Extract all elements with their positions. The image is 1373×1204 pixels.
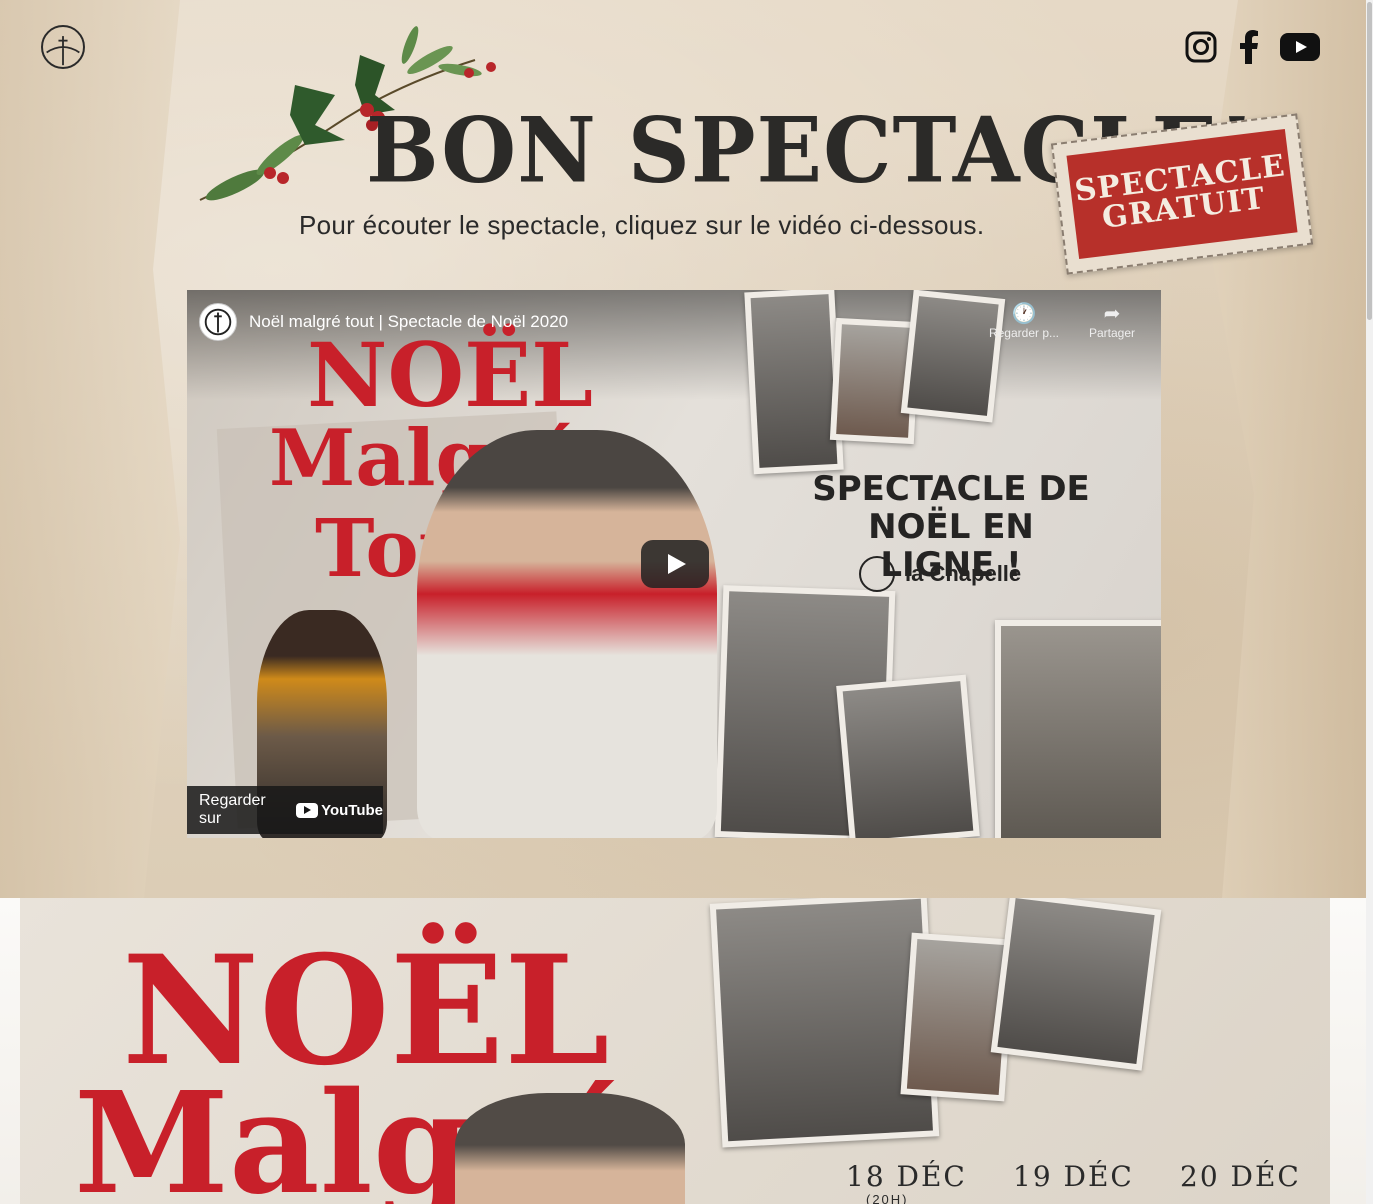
watch-on-label: Regarder sur — [199, 792, 266, 827]
play-icon — [668, 554, 686, 574]
youtube-wordmark: YouTube — [321, 801, 383, 819]
poster-title-1: NOËL — [307, 323, 594, 427]
watch-on-youtube-button[interactable]: Regarder sur YouTube — [187, 786, 383, 834]
video-title[interactable]: Noël malgré tout | Spectacle de Noël 202… — [249, 312, 568, 332]
hero-section: BON SPECTACLE! Pour écouter le spectacle… — [0, 0, 1366, 898]
clock-icon: 🕐 — [1011, 303, 1037, 325]
youtube-icon[interactable] — [1280, 30, 1320, 64]
show-date: 18 DÉC — [846, 1160, 967, 1193]
page-scrollbar[interactable] — [1366, 0, 1373, 1204]
torn-paper-left — [0, 0, 180, 898]
show-date: 20 DÉC — [1180, 1160, 1301, 1193]
play-button[interactable] — [641, 540, 709, 588]
share-icon: ➦ — [1103, 303, 1121, 325]
cast-photo — [995, 620, 1161, 838]
cast-photo — [836, 674, 980, 838]
cast-member-lead — [455, 1093, 685, 1204]
scrollbar-thumb[interactable] — [1367, 2, 1372, 320]
channel-avatar[interactable] — [199, 303, 237, 341]
share-button[interactable]: ➦ Partager — [1072, 302, 1152, 340]
cast-member-lead — [417, 430, 717, 838]
show-date: 19 DÉC — [1013, 1160, 1134, 1193]
poster-brand: la Chapelle — [859, 556, 1021, 592]
instagram-icon[interactable] — [1184, 30, 1218, 64]
share-label: Partager — [1088, 326, 1136, 340]
facebook-icon[interactable] — [1232, 30, 1266, 64]
page-subtitle: Pour écouter le spectacle, cliquez sur l… — [299, 210, 985, 240]
watch-later-label: Regarder p... — [988, 326, 1060, 340]
chapelle-logo-icon — [859, 556, 895, 592]
watch-later-button[interactable]: 🕐 Regarder p... — [984, 302, 1064, 340]
youtube-embed[interactable]: NOËL Malgré Tout SPECTACLE DE NOËL EN LI… — [187, 290, 1161, 838]
show-time: (20H) — [866, 1192, 909, 1204]
home-logo[interactable] — [41, 25, 85, 69]
cast-photo — [744, 290, 844, 475]
show-poster-section: NOËL Malgré 18 DÉC (20H) 19 DÉC 20 DÉC — [0, 898, 1366, 1204]
youtube-logo: YouTube — [296, 802, 383, 819]
youtube-play-icon — [296, 802, 319, 818]
social-links — [1184, 30, 1320, 64]
cast-photo — [990, 898, 1162, 1071]
poster-brand-label: la Chapelle — [905, 561, 1022, 586]
chapelle-logo-icon — [46, 36, 80, 66]
